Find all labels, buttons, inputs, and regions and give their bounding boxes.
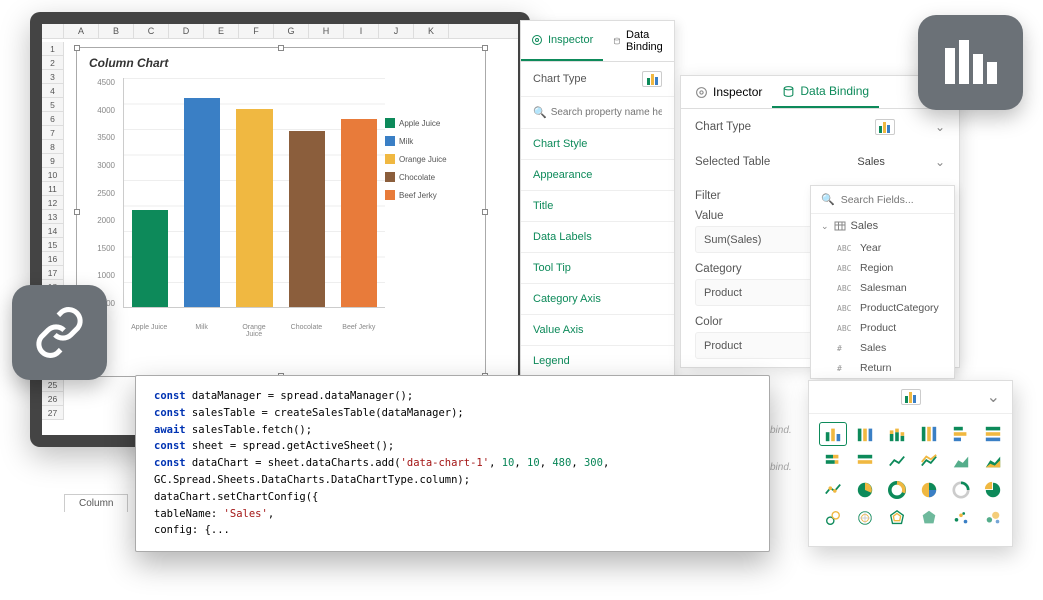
bar-chart-icon [875,119,895,135]
chart-type-option-3[interactable] [915,422,943,446]
field-productcategory[interactable]: ABCProductCategory [811,298,954,318]
fields-search[interactable]: 🔍 [811,186,954,214]
chevron-down-icon: ⌄ [935,155,945,169]
property-legend[interactable]: Legend [521,346,674,377]
tab-inspector-2[interactable]: Inspector [685,76,772,108]
sheet-tabs[interactable]: Column [64,494,130,512]
bar-chart-icon-decoration [918,15,1023,110]
chart-legend: Apple JuiceMilkOrange JuiceChocolateBeef… [385,78,475,338]
chevron-down-icon: ⌄ [935,120,945,134]
chart-type-option-9[interactable] [915,450,943,474]
code-window: const dataManager = spread.dataManager()… [135,375,770,552]
embedded-chart[interactable]: Column Chart 450040003500300025002000150… [76,47,486,377]
chart-type-option-18[interactable] [819,506,847,530]
chart-type-option-0[interactable] [819,422,847,446]
property-value-axis[interactable]: Value Axis [521,315,674,346]
tab-data-binding[interactable]: Data Binding [603,21,677,61]
chart-type-selector[interactable]: Chart Type ⌄ [681,109,959,145]
value-label: Value [695,210,724,222]
chart-type-option-4[interactable] [947,422,975,446]
bar-chart-icon [642,71,662,87]
link-icon-decoration [12,285,107,380]
tab-inspector[interactable]: Inspector [521,21,603,61]
chart-type-option-16[interactable] [947,478,975,502]
property-tool-tip[interactable]: Tool Tip [521,253,674,284]
bar-apple-juice[interactable] [132,210,168,307]
chart-type-option-23[interactable] [979,506,1007,530]
tab-data-binding-2[interactable]: Data Binding [772,76,879,108]
chart-type-option-19[interactable] [851,506,879,530]
chart-type-option-5[interactable] [979,422,1007,446]
chart-type-option-13[interactable] [851,478,879,502]
chart-plot: 45004000350030002500200015001000500 Appl… [87,78,385,338]
chart-type-option-15[interactable] [915,478,943,502]
chart-picker-grid [809,414,1012,538]
bind-hint: bind. [770,425,792,436]
bind-hint: bind. [770,462,792,473]
property-appearance[interactable]: Appearance [521,160,674,191]
chart-type-option-2[interactable] [883,422,911,446]
property-chart-style[interactable]: Chart Style [521,129,674,160]
selected-table-row[interactable]: Selected Table Sales ⌄ [681,145,959,179]
chevron-down-icon: ⌄ [821,221,829,232]
field-year[interactable]: ABCYear [811,238,954,258]
chart-picker-panel [808,380,1013,547]
bar-milk[interactable] [184,98,220,307]
fields-group-sales[interactable]: ⌄ Sales [811,214,954,238]
chart-type-option-17[interactable] [979,478,1007,502]
table-icon [834,221,846,231]
field-sales[interactable]: #Sales [811,338,954,358]
property-data-labels[interactable]: Data Labels [521,222,674,253]
column-headers: ABCDEFGHIJK [42,24,518,39]
field-region[interactable]: ABCRegion [811,258,954,278]
category-label: Category [695,263,742,275]
search-icon: 🔍 [821,193,835,206]
chart-type-option-1[interactable] [851,422,879,446]
property-category-axis[interactable]: Category Axis [521,284,674,315]
chart-type-option-14[interactable] [883,478,911,502]
field-product[interactable]: ABCProduct [811,318,954,338]
field-salesman[interactable]: ABCSalesman [811,278,954,298]
chart-type-option-11[interactable] [979,450,1007,474]
property-search-input[interactable] [551,107,662,118]
chart-type-row[interactable]: Chart Type [521,62,674,97]
chart-type-option-22[interactable] [947,506,975,530]
color-label: Color [695,316,722,328]
property-search[interactable]: 🔍 [521,97,674,129]
chart-type-option-20[interactable] [883,506,911,530]
bar-chocolate[interactable] [289,131,325,307]
chart-type-option-21[interactable] [915,506,943,530]
chart-type-option-12[interactable] [819,478,847,502]
fields-panel: 🔍 ⌄ Sales ABCYearABCRegionABCSalesmanABC… [810,185,955,379]
chart-title: Column Chart [77,48,485,78]
bar-beef-jerky[interactable] [341,119,377,307]
chart-type-option-10[interactable] [947,450,975,474]
chart-type-option-6[interactable] [819,450,847,474]
chart-type-option-8[interactable] [883,450,911,474]
chart-type-option-7[interactable] [851,450,879,474]
property-title[interactable]: Title [521,191,674,222]
bar-chart-icon [901,389,921,405]
field-return[interactable]: #Return [811,358,954,378]
sheet-tab-column[interactable]: Column [64,494,128,512]
chart-picker-header[interactable] [809,381,1012,414]
fields-search-input[interactable] [841,194,944,206]
bar-orange-juice[interactable] [236,109,272,307]
